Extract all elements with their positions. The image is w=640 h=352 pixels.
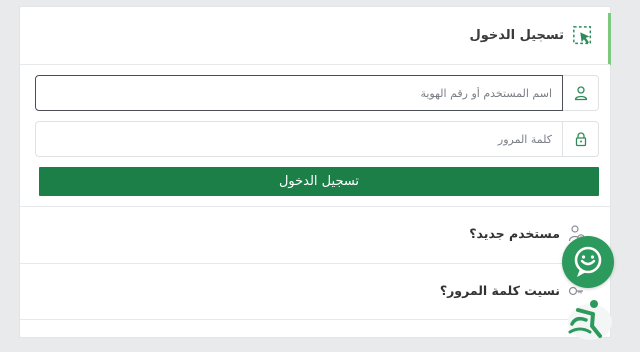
forgot-password-label: نسيت كلمة المرور؟ (439, 283, 560, 298)
accessibility-widget-button[interactable] (560, 292, 616, 344)
page-title: تسجيل الدخول (469, 28, 564, 43)
new-user-label: مستخدم جديد؟ (469, 226, 560, 241)
chat-widget-button[interactable] (562, 236, 614, 288)
username-addon (563, 75, 599, 111)
chat-assistant-icon (574, 246, 602, 277)
cursor-select-icon (573, 25, 592, 44)
accessibility-icon (568, 300, 612, 340)
divider (20, 319, 610, 320)
username-input[interactable] (35, 75, 563, 111)
password-addon (563, 121, 599, 157)
username-row (35, 75, 599, 111)
login-button[interactable]: تسجيل الدخول (39, 167, 599, 196)
forgot-password-link[interactable]: نسيت كلمة المرور؟ (20, 263, 610, 317)
new-user-link[interactable]: مستخدم جديد؟ (20, 206, 610, 260)
password-row (35, 121, 599, 157)
user-icon (574, 86, 587, 101)
login-card: تسجيل الدخول تسجيل الدخول مستخدم جديد؟ (19, 6, 611, 338)
lock-icon (575, 132, 586, 147)
password-input[interactable] (35, 121, 563, 157)
card-header: تسجيل الدخول (20, 7, 610, 65)
